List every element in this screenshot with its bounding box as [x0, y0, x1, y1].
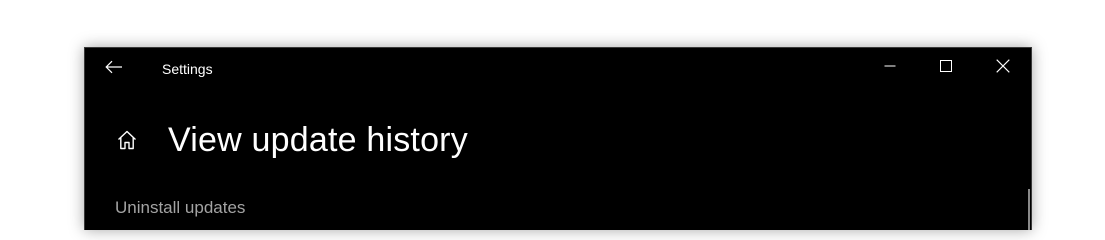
uninstall-updates-link[interactable]: Uninstall updates — [115, 198, 245, 218]
page-title: View update history — [168, 121, 468, 159]
back-button[interactable] — [97, 54, 131, 84]
maximize-button[interactable] — [923, 48, 969, 88]
home-icon[interactable] — [113, 126, 141, 154]
close-icon — [996, 58, 1010, 78]
scrollbar[interactable] — [1028, 189, 1030, 230]
title-bar: Settings — [85, 48, 1031, 90]
page-header: View update history — [113, 120, 468, 160]
back-arrow-icon — [105, 60, 123, 79]
minimize-button[interactable] — [867, 48, 913, 88]
app-title: Settings — [162, 61, 213, 77]
settings-window: Settings View update history Uninstall u… — [84, 47, 1032, 230]
maximize-icon — [940, 59, 952, 77]
close-button[interactable] — [980, 48, 1026, 88]
minimize-icon — [884, 59, 896, 77]
